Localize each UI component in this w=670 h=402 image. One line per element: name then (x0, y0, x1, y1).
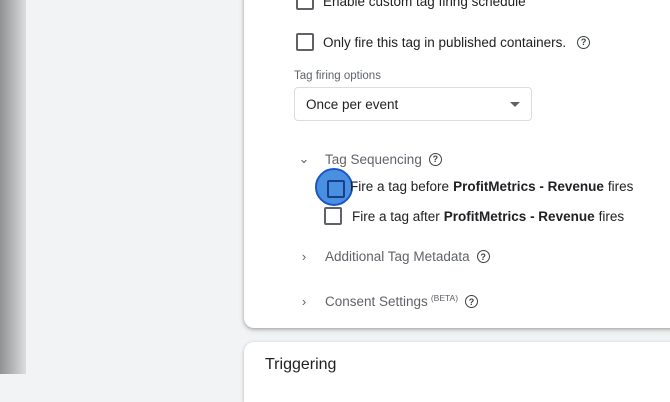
published-only-row[interactable]: Only fire this tag in published containe… (296, 33, 591, 51)
tag-sequencing-title: Tag Sequencing (325, 151, 422, 167)
chevron-right-icon[interactable]: › (298, 294, 310, 309)
firing-options-value: Once per event (306, 96, 399, 112)
help-icon[interactable]: ? (465, 295, 479, 308)
chevron-down-icon[interactable]: ⌄ (298, 151, 310, 167)
published-only-checkbox[interactable] (296, 33, 314, 51)
consent-settings-header[interactable]: › Consent Settings (BETA) ? (298, 292, 479, 309)
caret-down-icon (510, 102, 520, 107)
beta-badge: (BETA) (430, 292, 459, 303)
help-icon[interactable]: ? (428, 152, 442, 166)
fire-after-suffix: fires (598, 208, 625, 224)
click-highlight (315, 168, 353, 206)
custom-schedule-checkbox[interactable] (296, 0, 314, 10)
custom-schedule-row[interactable]: Enable custom tag firing schedule (296, 0, 526, 10)
left-shadow (0, 0, 26, 374)
help-icon[interactable]: ? (577, 35, 591, 49)
fire-after-row[interactable]: Fire a tag after ProfitMetrics - Revenue… (324, 207, 624, 225)
custom-schedule-label: Enable custom tag firing schedule (323, 0, 526, 9)
firing-options-label: Tag firing options (294, 70, 381, 82)
fire-before-prefix: Fire a tag before (350, 179, 450, 194)
fire-after-checkbox[interactable] (324, 207, 342, 225)
tag-sequencing-header[interactable]: ⌄ Tag Sequencing ? (298, 151, 442, 167)
fire-before-row[interactable]: Fire a tag before ProfitMetrics - Revenu… (350, 179, 633, 194)
triggering-card[interactable]: Triggering (244, 342, 670, 402)
fire-before-checkbox[interactable] (327, 180, 345, 198)
triggering-title: Triggering (265, 356, 337, 373)
fire-after-tag: ProfitMetrics - Revenue (443, 208, 595, 224)
published-only-label: Only fire this tag in published containe… (323, 34, 567, 50)
consent-settings-title: Consent Settings (325, 294, 428, 309)
fire-after-prefix: Fire a tag after (352, 208, 440, 224)
help-icon[interactable]: ? (476, 250, 490, 263)
firing-options-select[interactable]: Once per event (294, 87, 532, 121)
fire-before-suffix: fires (607, 179, 634, 194)
tag-metadata-title: Additional Tag Metadata (325, 249, 470, 264)
chevron-right-icon[interactable]: › (298, 249, 310, 264)
fire-before-tag: ProfitMetrics - Revenue (453, 179, 604, 194)
tag-metadata-header[interactable]: › Additional Tag Metadata ? (298, 249, 490, 264)
